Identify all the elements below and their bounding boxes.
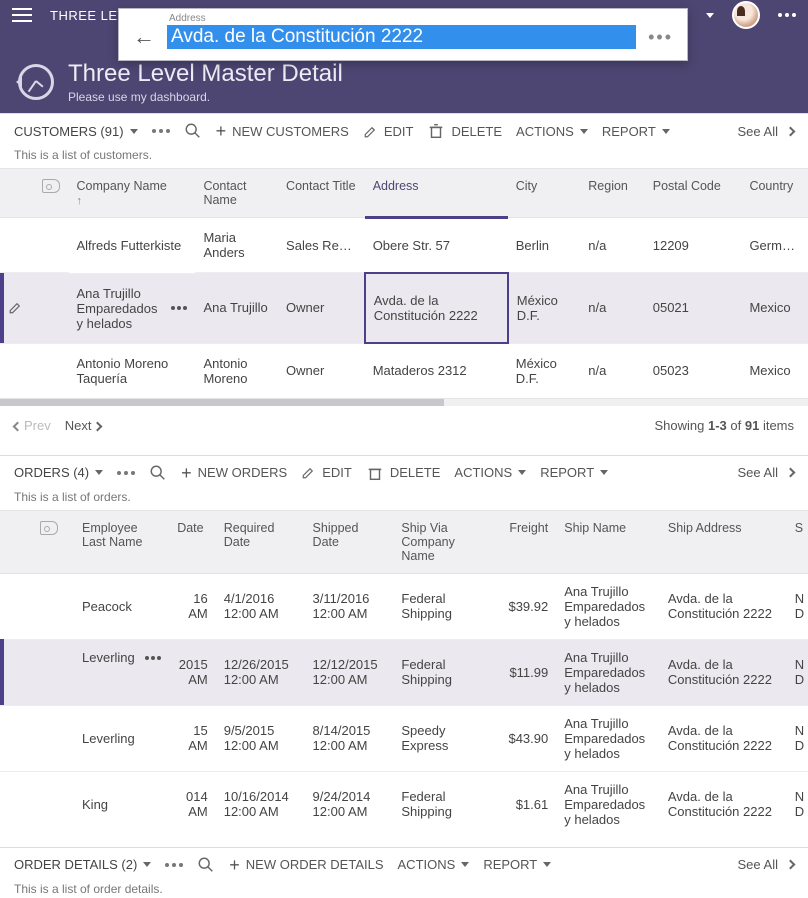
new-customers-button[interactable]: +NEW CUSTOMERS xyxy=(216,122,349,140)
orders-search-icon[interactable] xyxy=(149,464,167,482)
customers-table: Company Name↑ Contact Name Contact Title… xyxy=(0,168,808,398)
table-row[interactable]: Peacock16 AM4/1/2016 12:00 AM3/11/2016 1… xyxy=(0,573,808,639)
table-row[interactable]: Antonio Moreno TaqueríaAntonio MorenoOwn… xyxy=(0,343,808,398)
col-shipped[interactable]: Shipped Date xyxy=(305,510,394,573)
customers-description: This is a list of customers. xyxy=(0,148,808,168)
history-icon[interactable] xyxy=(18,64,54,100)
app-switch-caret-icon[interactable] xyxy=(706,13,714,18)
orderdetails-search-icon[interactable] xyxy=(197,856,215,874)
next-page-button[interactable]: Next xyxy=(65,418,102,433)
col-employee[interactable]: Employee Last Name xyxy=(74,510,169,573)
row-more-icon[interactable] xyxy=(171,306,187,310)
orders-select-all[interactable] xyxy=(32,510,74,573)
delete-orders-button[interactable]: DELETE xyxy=(366,464,441,482)
orderdetails-title[interactable]: ORDER DETAILS (2) xyxy=(14,857,151,872)
orders-table: Employee Last Name Date Required Date Sh… xyxy=(0,510,808,837)
table-row[interactable]: Leverling15 AM9/5/2015 12:00 AM8/14/2015… xyxy=(0,705,808,771)
delete-customers-button[interactable]: DELETE xyxy=(427,122,502,140)
orderdetails-seeall-link[interactable]: See All xyxy=(738,857,794,872)
orders-more-icon[interactable] xyxy=(117,471,135,475)
edit-orders-button[interactable]: EDIT xyxy=(301,465,352,480)
orderdetails-more-icon[interactable] xyxy=(165,863,183,867)
col-contact-name[interactable]: Contact Name xyxy=(195,169,278,218)
address-search-popover: Address ← ••• xyxy=(118,8,688,61)
orderdetails-actions-menu[interactable]: ACTIONS xyxy=(398,857,470,872)
orders-section: ORDERS (4) +NEW ORDERS EDIT DELETE ACTIO… xyxy=(0,455,808,837)
col-shipvia[interactable]: Ship Via Company Name xyxy=(393,510,490,573)
col-freight[interactable]: Freight xyxy=(491,510,557,573)
col-region[interactable]: Region xyxy=(580,169,644,218)
select-all[interactable] xyxy=(34,169,68,218)
col-date[interactable]: Date xyxy=(169,510,216,573)
new-orders-button[interactable]: +NEW ORDERS xyxy=(181,464,287,482)
table-row[interactable]: Alfreds FutterkisteMaria AndersSales Rep… xyxy=(0,218,808,273)
col-address[interactable]: Address xyxy=(365,169,508,218)
customers-more-icon[interactable] xyxy=(152,129,170,133)
page-title: Three Level Master Detail xyxy=(68,60,343,88)
prev-page-button[interactable]: Prev xyxy=(14,418,51,433)
search-field-label: Address xyxy=(119,9,687,24)
more-icon[interactable] xyxy=(778,13,796,17)
orders-report-menu[interactable]: REPORT xyxy=(540,465,608,480)
customers-search-icon[interactable] xyxy=(184,122,202,140)
col-country[interactable]: Country xyxy=(741,169,808,218)
orderdetails-report-menu[interactable]: REPORT xyxy=(483,857,551,872)
table-row[interactable]: Leverling2015 AM12/26/2015 12:00 AM12/12… xyxy=(0,639,808,705)
col-shipname[interactable]: Ship Name xyxy=(556,510,660,573)
customers-seeall-link[interactable]: See All xyxy=(738,124,794,139)
back-arrow-icon[interactable]: ← xyxy=(133,24,155,50)
orders-toolbar: ORDERS (4) +NEW ORDERS EDIT DELETE ACTIO… xyxy=(0,456,808,490)
menu-icon[interactable] xyxy=(12,8,32,22)
order-details-section: ORDER DETAILS (2) +NEW ORDER DETAILS ACT… xyxy=(0,847,808,898)
avatar[interactable] xyxy=(732,1,760,29)
table-row[interactable]: Ana Trujillo Emparedados y heladosAna Tr… xyxy=(0,273,808,344)
customers-actions-menu[interactable]: ACTIONS xyxy=(516,124,588,139)
customers-pager: Prev Next Showing 1-3 of 91 items xyxy=(0,406,808,445)
col-contact-title[interactable]: Contact Title xyxy=(278,169,365,218)
customers-section: CUSTOMERS (91) +NEW CUSTOMERS EDIT DELET… xyxy=(0,113,808,445)
col-city[interactable]: City xyxy=(508,169,581,218)
page-title-block: Three Level Master Detail Please use my … xyxy=(18,60,343,104)
col-s[interactable]: S xyxy=(787,510,808,573)
orders-actions-menu[interactable]: ACTIONS xyxy=(454,465,526,480)
table-row[interactable]: King014 AM10/16/2014 12:00 AM9/24/2014 1… xyxy=(0,771,808,837)
edit-customers-button[interactable]: EDIT xyxy=(363,124,414,139)
orderdetails-toolbar: ORDER DETAILS (2) +NEW ORDER DETAILS ACT… xyxy=(0,848,808,882)
pager-info: Showing 1-3 of 91 items xyxy=(655,418,795,433)
new-orderdetails-button[interactable]: +NEW ORDER DETAILS xyxy=(229,856,383,874)
orders-title[interactable]: ORDERS (4) xyxy=(14,465,103,480)
address-search-input[interactable] xyxy=(167,25,636,49)
col-shipaddr[interactable]: Ship Address xyxy=(660,510,787,573)
search-more-icon[interactable]: ••• xyxy=(648,27,673,48)
col-required[interactable]: Required Date xyxy=(216,510,305,573)
customers-title[interactable]: CUSTOMERS (91) xyxy=(14,124,138,139)
page-subtitle: Please use my dashboard. xyxy=(68,90,343,104)
row-more-icon[interactable] xyxy=(145,656,161,660)
app-header: THREE LEVE Three Level Master Detail Ple… xyxy=(0,0,808,113)
orders-seeall-link[interactable]: See All xyxy=(738,465,794,480)
col-postal[interactable]: Postal Code xyxy=(645,169,742,218)
col-company[interactable]: Company Name↑ xyxy=(69,169,196,218)
orders-description: This is a list of orders. xyxy=(0,490,808,510)
customers-report-menu[interactable]: REPORT xyxy=(602,124,670,139)
customers-horizontal-scrollbar[interactable] xyxy=(0,398,808,406)
customers-toolbar: CUSTOMERS (91) +NEW CUSTOMERS EDIT DELET… xyxy=(0,114,808,148)
orderdetails-description: This is a list of order details. xyxy=(0,882,808,898)
